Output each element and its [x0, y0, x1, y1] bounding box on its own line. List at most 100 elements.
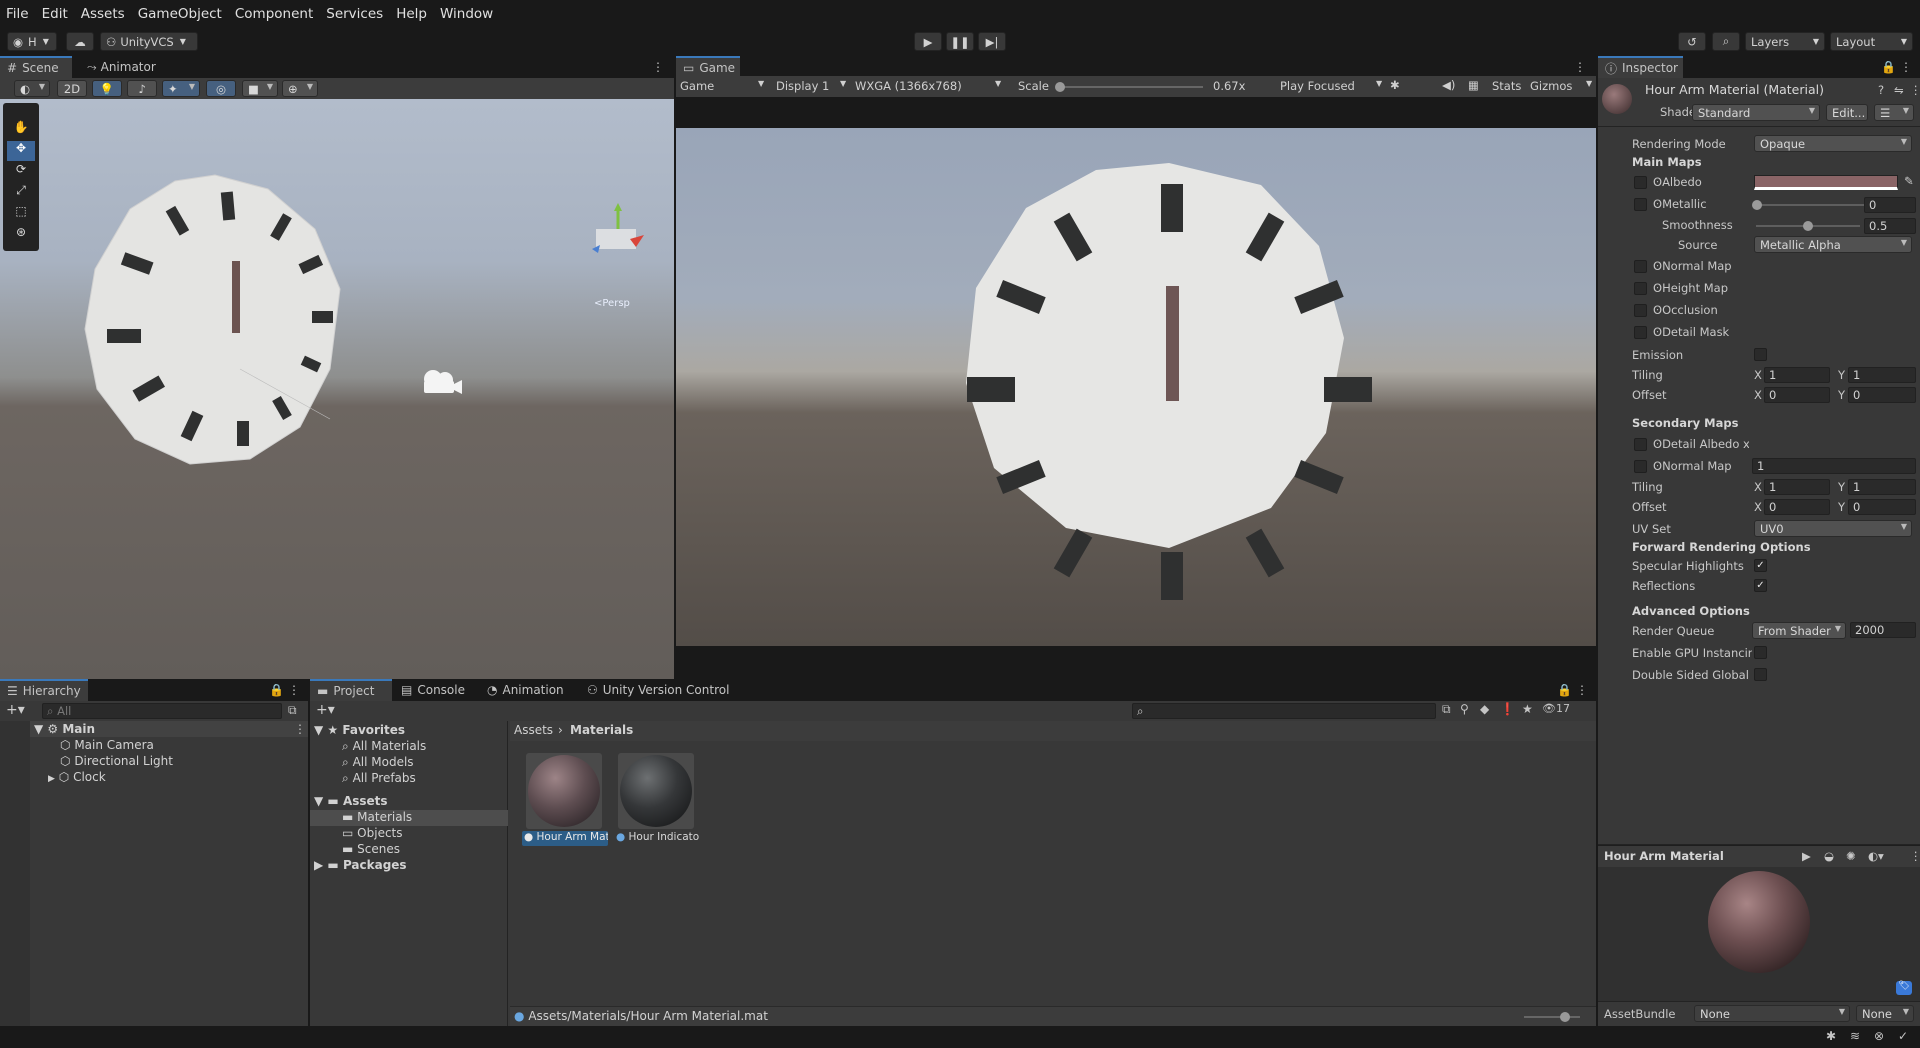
metallic-value-field[interactable]: 0 — [1864, 197, 1916, 213]
more-options-icon[interactable]: ⋮ — [1910, 849, 1920, 863]
hierarchy-item-directional-light[interactable]: ⬡ Directional Light — [60, 754, 173, 768]
tag-icon[interactable]: 🏷 — [1896, 981, 1912, 995]
help-icon[interactable]: ? — [1878, 83, 1884, 97]
grid-icon[interactable]: ▦ — [1468, 78, 1479, 92]
hierarchy-item-clock[interactable]: ▶ ⬡ Clock — [48, 770, 106, 784]
offset-y-field[interactable]: 0 — [1848, 387, 1916, 403]
search-button[interactable]: ⌕ — [1712, 32, 1740, 51]
tab-hierarchy[interactable]: ☰ Hierarchy — [0, 679, 88, 701]
occlusion-slot[interactable] — [1634, 304, 1647, 317]
menu-component[interactable]: Component — [235, 6, 313, 22]
edit-shader-button[interactable]: Edit... — [1826, 104, 1868, 121]
scale-slider[interactable] — [1055, 82, 1203, 92]
asset-bundle-variant-dropdown[interactable]: None ▼ — [1856, 1005, 1914, 1022]
asset-hour-arm-material[interactable] — [526, 753, 602, 829]
filter-icon[interactable]: ⧉ — [288, 703, 297, 718]
step-button[interactable]: ▶| — [978, 32, 1006, 51]
bug-icon[interactable]: ✱ — [1390, 78, 1400, 92]
display-dropdown[interactable]: Display 1 ▼ — [776, 79, 856, 93]
asset-bundle-dropdown[interactable]: None ▼ — [1694, 1005, 1850, 1022]
lighting-toggle[interactable]: 💡 — [92, 80, 122, 97]
normal-map-2-scale-field[interactable]: 1 — [1752, 458, 1916, 474]
history-button[interactable]: ↺ — [1678, 32, 1706, 51]
hierarchy-item-main-camera[interactable]: ⬡ Main Camera — [60, 738, 154, 752]
effects-dropdown[interactable]: ✦ ▼ — [162, 80, 200, 97]
layers-dropdown[interactable]: Layers ▼ — [1745, 32, 1825, 51]
asset-hour-arm-material-label[interactable]: ● Hour Arm Mat... — [522, 831, 608, 846]
menu-file[interactable]: File — [6, 6, 29, 22]
height-map-slot[interactable] — [1634, 282, 1647, 295]
2d-toggle[interactable]: 2D — [57, 80, 87, 97]
lock-icon[interactable]: 🔒 — [269, 683, 284, 697]
source-dropdown[interactable]: Metallic Alpha ▼ — [1754, 236, 1912, 253]
pause-button[interactable]: ❚❚ — [946, 32, 974, 51]
metallic-slider[interactable] — [1752, 200, 1876, 210]
expand-icon[interactable]: ▶ — [48, 774, 55, 784]
tab-scene[interactable]: # Scene — [0, 56, 72, 78]
smoothness-value-field[interactable]: 0.5 — [1864, 218, 1916, 234]
offset-x-field[interactable]: 0 — [1764, 387, 1830, 403]
tab-animator[interactable]: ⤳ Animator — [80, 56, 163, 78]
menu-services[interactable]: Services — [326, 6, 383, 22]
tiling-2-y-field[interactable]: 1 — [1848, 479, 1916, 495]
eyedropper-icon[interactable]: ✎ — [1904, 174, 1914, 188]
metallic-texture-slot[interactable] — [1634, 198, 1647, 211]
lock-icon[interactable]: 🔒 — [1881, 60, 1896, 74]
scene-viewport[interactable]: <Persp ✋ ✥ ⟳ ⤢ ⬚ ⊛ — [0, 99, 674, 679]
log-filter-icon[interactable]: ❗ — [1500, 702, 1515, 716]
gizmos-dropdown[interactable]: Gizmos ▼ — [1530, 79, 1594, 93]
camera-dropdown[interactable]: ■ ▼ — [242, 80, 278, 97]
more-options-icon[interactable]: ⋮ — [294, 722, 306, 736]
preview-shape-icon[interactable]: ◒ — [1824, 849, 1834, 863]
packages-node[interactable]: ▶ ▬ Packages — [314, 858, 407, 872]
menu-window[interactable]: Window — [440, 6, 493, 22]
play-button[interactable]: ▶ — [914, 32, 942, 51]
more-options-icon[interactable]: ⋮ — [1910, 83, 1920, 97]
favorite-all-materials[interactable]: ⌕ All Materials — [342, 739, 426, 754]
project-search-input[interactable]: ⌕ — [1132, 703, 1436, 719]
thumbnail-size-handle[interactable] — [1560, 1012, 1570, 1022]
type-filter-icon[interactable]: ⚲ — [1460, 702, 1469, 716]
vcs-dropdown[interactable]: ⚇ UnityVCS ▼ — [100, 32, 198, 51]
reflections-checkbox[interactable]: ✓ — [1754, 579, 1767, 592]
breadcrumb-assets[interactable]: Assets — [514, 723, 553, 737]
tab-console[interactable]: ▤ Console — [394, 679, 472, 701]
render-queue-dropdown[interactable]: From Shader ▼ — [1752, 622, 1846, 639]
more-options-icon[interactable]: ⋮ — [1574, 60, 1586, 74]
more-options-icon[interactable]: ⋮ — [1900, 60, 1912, 74]
tiling-x-field[interactable]: 1 — [1764, 367, 1830, 383]
thumbnail-size-slider[interactable] — [1524, 1012, 1580, 1022]
emission-checkbox[interactable] — [1754, 348, 1767, 361]
breadcrumb-materials[interactable]: Materials — [570, 723, 633, 737]
more-options-icon[interactable]: ⋮ — [652, 60, 664, 74]
detail-albedo-slot[interactable] — [1634, 438, 1647, 451]
metallic-slider-handle[interactable] — [1752, 200, 1762, 210]
smoothness-slider-handle[interactable] — [1803, 221, 1813, 231]
albedo-color-swatch[interactable] — [1754, 175, 1898, 190]
asset-hour-indicator-label[interactable]: ● Hour Indicator — [614, 831, 700, 846]
detail-mask-slot[interactable] — [1634, 326, 1647, 339]
favorites-node[interactable]: ▼ ★ Favorites — [314, 723, 405, 737]
stats-button[interactable]: Stats — [1492, 79, 1521, 93]
add-icon[interactable]: +▾ — [316, 702, 335, 718]
material-preview[interactable]: 🏷 — [1598, 867, 1920, 1001]
settings-icon[interactable]: ⇋ — [1894, 83, 1904, 97]
shading-mode-dropdown[interactable]: ◐ ▼ — [14, 80, 50, 97]
account-dropdown[interactable]: ◉ H ▼ — [7, 32, 57, 51]
shader-dropdown[interactable]: Standard ▼ — [1692, 104, 1820, 121]
move-tool-icon[interactable]: ✥ — [7, 141, 35, 161]
menu-edit[interactable]: Edit — [42, 6, 68, 22]
label-filter-icon[interactable]: ◆ — [1480, 702, 1489, 716]
cloud-button[interactable]: ☁ — [66, 32, 94, 51]
game-viewport[interactable] — [676, 128, 1596, 646]
tab-game[interactable]: ▭ Game — [676, 56, 740, 78]
hierarchy-search-input[interactable]: ⌕ All — [42, 703, 282, 719]
scale-tool-icon[interactable]: ⤢ — [7, 183, 35, 203]
hidden-objects-toggle[interactable]: ◎ — [206, 80, 236, 97]
more-options-icon[interactable]: ⋮ — [1576, 683, 1588, 697]
render-queue-field[interactable]: 2000 — [1850, 622, 1916, 638]
folder-materials[interactable]: ▬ Materials — [342, 810, 412, 824]
folder-objects[interactable]: ▭ Objects — [342, 826, 403, 840]
preview-light-icon[interactable]: ✺ — [1846, 849, 1856, 863]
network-icon[interactable]: ⊗ — [1874, 1029, 1884, 1043]
